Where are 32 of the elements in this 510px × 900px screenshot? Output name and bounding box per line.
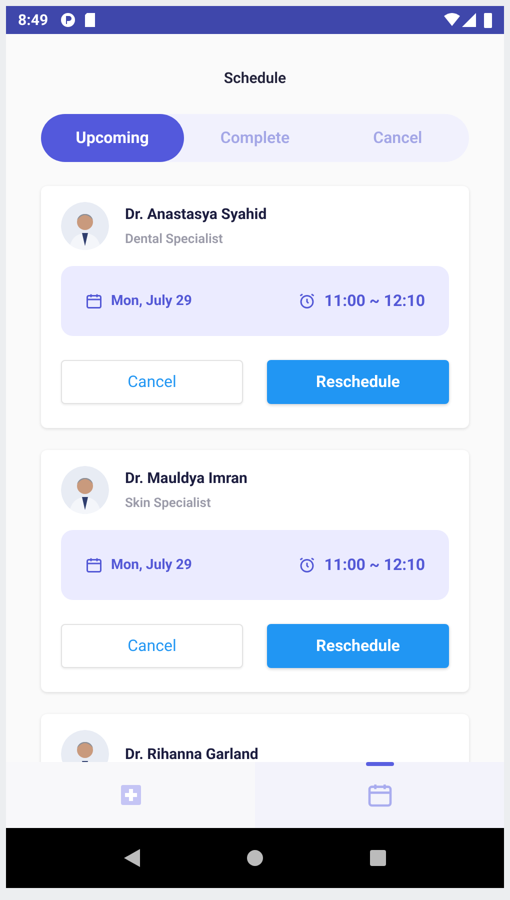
signal-icon [462,13,476,27]
wifi-icon [444,13,460,27]
calendar-icon [85,556,103,574]
alarm-clock-icon [298,292,316,310]
specialty: Skin Specialist [125,494,212,512]
medical-cross-icon [118,783,142,807]
status-time: 8:49 [18,10,48,31]
tab[interactable]: Upcoming [41,114,184,162]
home-icon[interactable] [246,850,263,866]
reschedule-button[interactable]: Reschedule [267,360,449,404]
sd-card-icon [84,12,96,28]
specialty: Dental Specialist [125,230,224,248]
doctor-name: Dr. Mauldya Imran [125,468,248,489]
time: 11:00 ~ 12:10 [324,554,425,576]
doctor-name: Dr. Rihanna Garland [125,744,258,765]
back-icon[interactable] [124,849,140,867]
date: Mon, July 29 [111,292,192,310]
time: 11:00 ~ 12:10 [324,290,425,312]
recents-icon[interactable] [370,850,386,866]
tab[interactable]: Cancel [326,114,469,162]
tab[interactable]: Complete [184,114,326,162]
calendar-icon [85,292,103,310]
cancel-button[interactable]: Cancel [61,624,243,668]
reschedule-button[interactable]: Reschedule [267,624,449,668]
cancel-button[interactable]: Cancel [61,360,243,404]
doctor-name: Dr. Anastasya Syahid [125,204,267,225]
date: Mon, July 29 [111,556,192,574]
notification-icon [60,12,76,28]
page-title: Schedule [224,68,286,89]
alarm-clock-icon [298,556,316,574]
battery-icon [484,12,492,28]
active-indicator [366,762,394,766]
